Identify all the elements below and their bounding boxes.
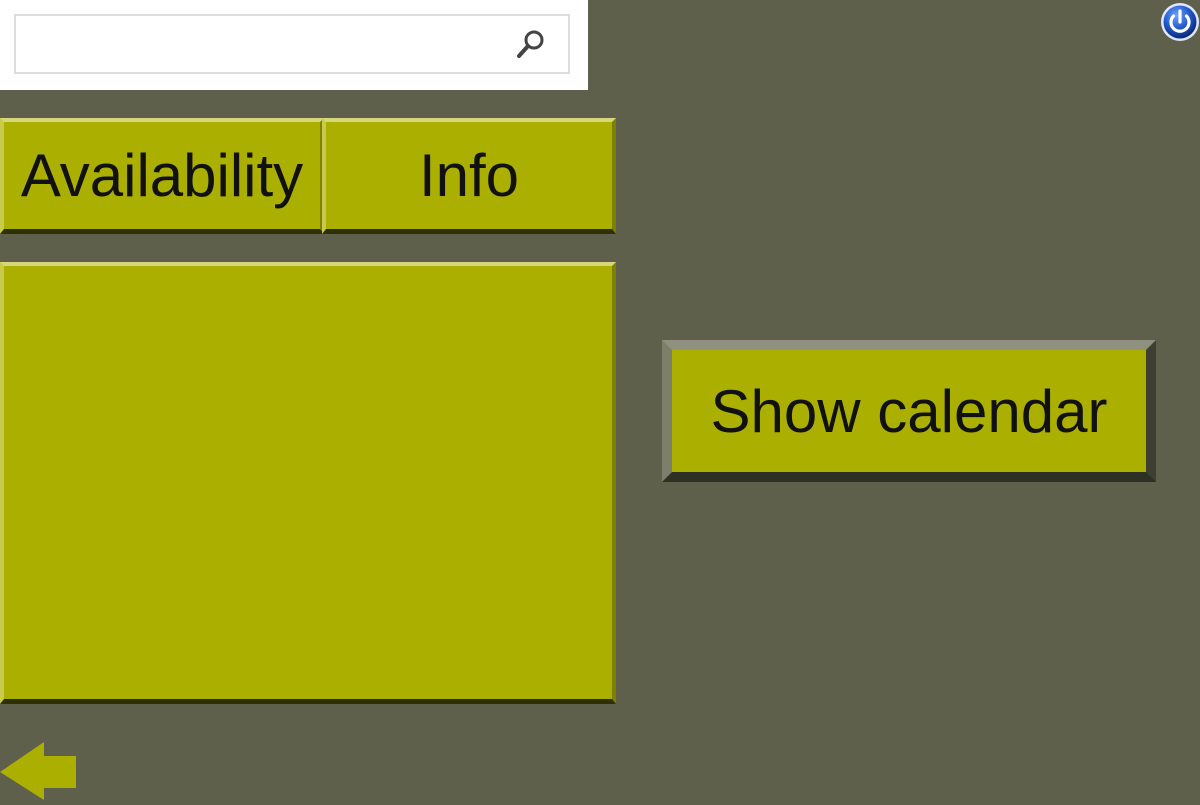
tab-info[interactable]: Info (322, 118, 616, 234)
power-icon (1161, 3, 1199, 41)
search-input[interactable] (14, 14, 570, 74)
tab-availability-label: Availability (20, 142, 304, 209)
search-button[interactable] (506, 24, 556, 64)
show-calendar-button[interactable]: Show calendar (662, 340, 1156, 482)
back-button[interactable] (0, 742, 78, 800)
content-panel (0, 262, 616, 704)
tab-info-label: Info (418, 142, 520, 209)
search-icon (517, 30, 544, 58)
show-calendar-label: Show calendar (710, 377, 1108, 445)
tab-availability[interactable]: Availability (0, 118, 324, 234)
search-panel (0, 0, 588, 90)
power-button[interactable] (1160, 2, 1200, 42)
back-arrow-icon (0, 742, 76, 800)
